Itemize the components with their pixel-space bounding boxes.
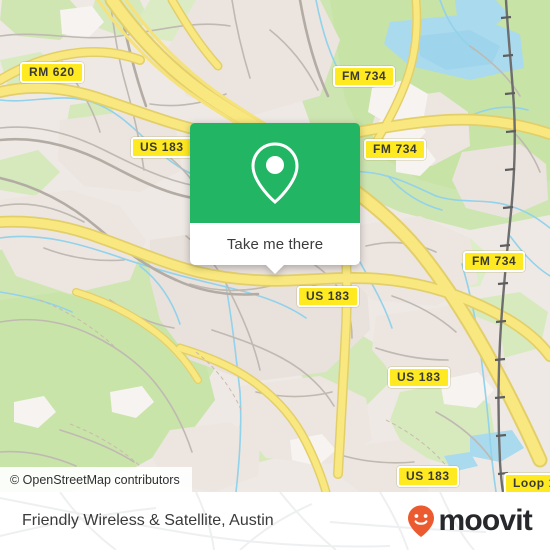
shield-loop-1[interactable]: Loop 1 [504,473,550,492]
moovit-brand[interactable]: moovit [406,504,533,538]
shield-fm-734-2[interactable]: FM 734 [364,139,427,160]
moovit-smiling-pin-icon [408,505,435,537]
callout-header [190,123,360,223]
brand-wordmark: moovit [438,504,532,537]
callout-pointer [266,265,284,274]
map-pin-icon [251,142,299,204]
location-callout-card[interactable]: Take me there [190,123,360,274]
osm-attribution[interactable]: © OpenStreetMap contributors [0,467,192,493]
shield-fm-734-3[interactable]: FM 734 [463,251,526,272]
moovit-location-card: RM 620 FM 734 US 183 FM 734 FM 734 US 18… [0,0,550,550]
take-me-there-button[interactable]: Take me there [190,223,360,265]
shield-fm-734-1[interactable]: FM 734 [333,66,396,87]
shield-us-183-1[interactable]: US 183 [131,137,193,158]
shield-us-183-4[interactable]: US 183 [397,466,459,487]
shield-rm-620-1[interactable]: RM 620 [20,62,84,83]
place-title: Friendly Wireless & Satellite, Austin [22,512,274,529]
shield-us-183-3[interactable]: US 183 [388,367,450,388]
shield-us-183-2[interactable]: US 183 [297,286,359,307]
footer-bar: Friendly Wireless & Satellite, Austin mo… [0,492,550,550]
